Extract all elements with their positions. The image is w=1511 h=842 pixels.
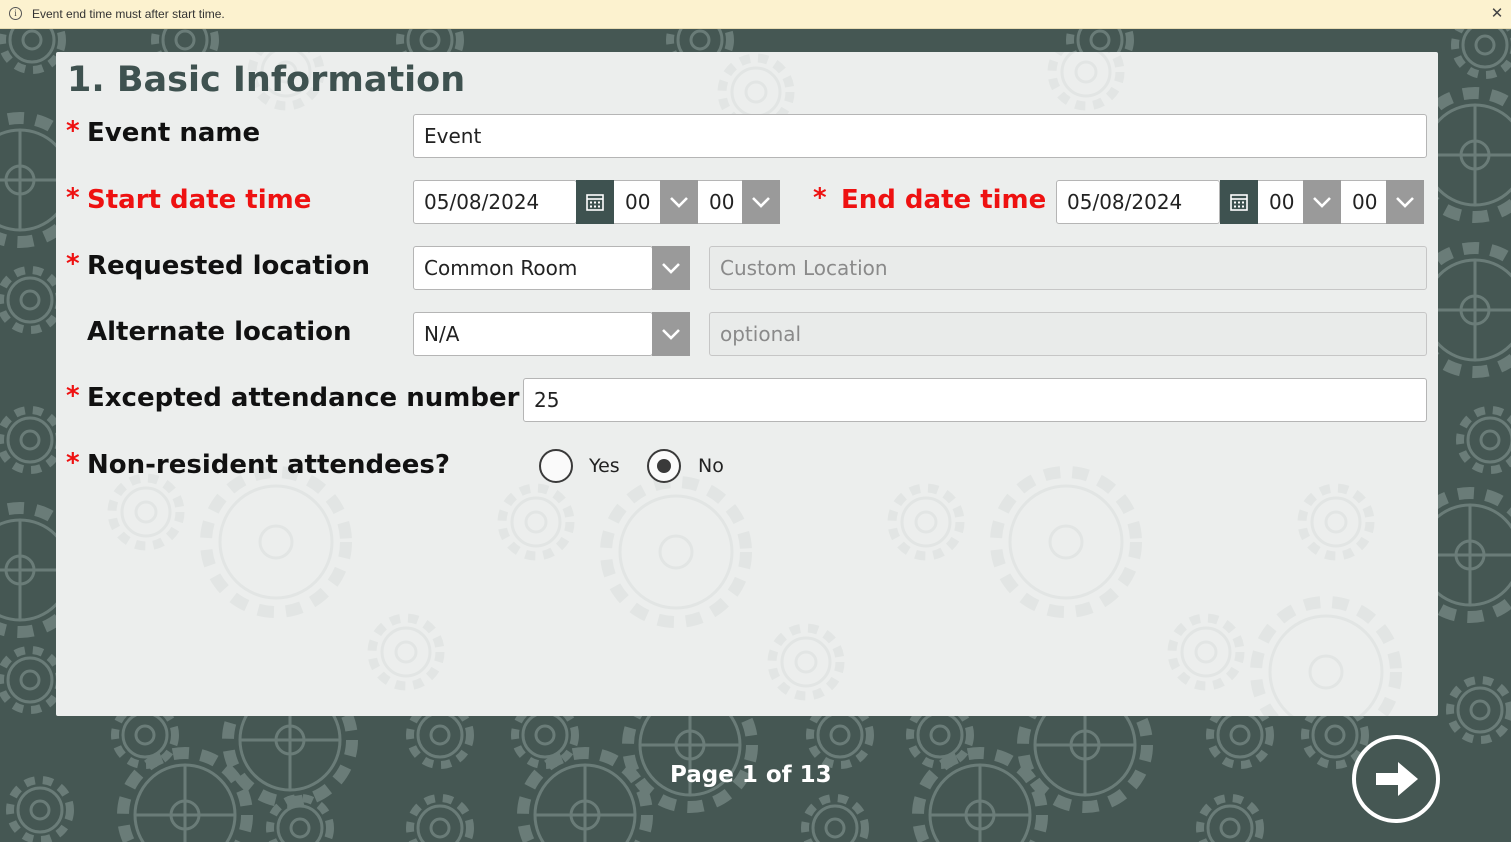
non-resident-no-label: No [698,455,724,477]
start-minute-select[interactable]: 00 [698,180,743,224]
required-marker: * [66,381,80,411]
arrow-right-icon [1376,762,1418,796]
start-hour-dropdown[interactable] [660,180,698,224]
end-calendar-button[interactable] [1220,180,1258,224]
event-name-label: Event name [87,118,261,148]
alternate-custom-location-input[interactable]: optional [709,312,1427,356]
next-page-button[interactable] [1352,735,1440,823]
non-resident-yes-radio[interactable] [539,449,573,483]
start-calendar-button[interactable] [576,180,614,224]
section-title: 1. Basic Information [67,60,466,100]
start-minute-dropdown[interactable] [742,180,780,224]
event-name-input[interactable]: Event [413,114,1427,158]
chevron-down-icon [1396,197,1414,208]
calendar-icon [1230,194,1248,211]
close-icon[interactable]: ✕ [1490,4,1504,22]
chevron-down-icon [662,329,680,340]
page-indicator: Page 1 of 13 [670,762,832,788]
radio-selected-dot [657,459,671,473]
alternate-location-label: Alternate location [87,317,352,347]
alternate-location-dropdown[interactable] [652,312,690,356]
attendance-input[interactable]: 25 [523,378,1427,422]
start-date-input[interactable]: 05/08/2024 [413,180,577,224]
end-minute-dropdown[interactable] [1386,180,1424,224]
required-marker: * [66,116,80,146]
end-minute-select[interactable]: 00 [1341,180,1386,224]
end-date-input[interactable]: 05/08/2024 [1056,180,1220,224]
chevron-down-icon [662,263,680,274]
end-hour-dropdown[interactable] [1303,180,1341,224]
non-resident-no-radio[interactable] [647,449,681,483]
calendar-icon [586,194,604,211]
non-resident-yes-label: Yes [589,455,620,477]
end-hour-select[interactable]: 00 [1258,180,1304,224]
requested-location-select[interactable]: Common Room [413,246,653,290]
notification-bar: i Event end time must after start time. … [0,0,1511,29]
required-marker: * [66,448,80,478]
custom-location-input[interactable]: Custom Location [709,246,1427,290]
required-marker: * [66,183,80,213]
form-panel: 1. Basic Information * Event name Event … [56,52,1438,716]
info-icon: i [9,7,22,20]
alternate-location-select[interactable]: N/A [413,312,653,356]
notification-message: Event end time must after start time. [32,7,225,21]
requested-location-label: Requested location [87,251,371,281]
required-marker: * [66,249,80,279]
chevron-down-icon [752,197,770,208]
chevron-down-icon [670,197,688,208]
required-marker: * [813,183,827,213]
start-date-time-label: Start date time [87,185,312,215]
chevron-down-icon [1313,197,1331,208]
attendance-label: Excepted attendance number [87,383,520,413]
start-hour-select[interactable]: 00 [614,180,660,224]
non-resident-label: Non-resident attendees? [87,450,450,480]
requested-location-dropdown[interactable] [652,246,690,290]
end-date-time-label: End date time [841,185,1047,215]
